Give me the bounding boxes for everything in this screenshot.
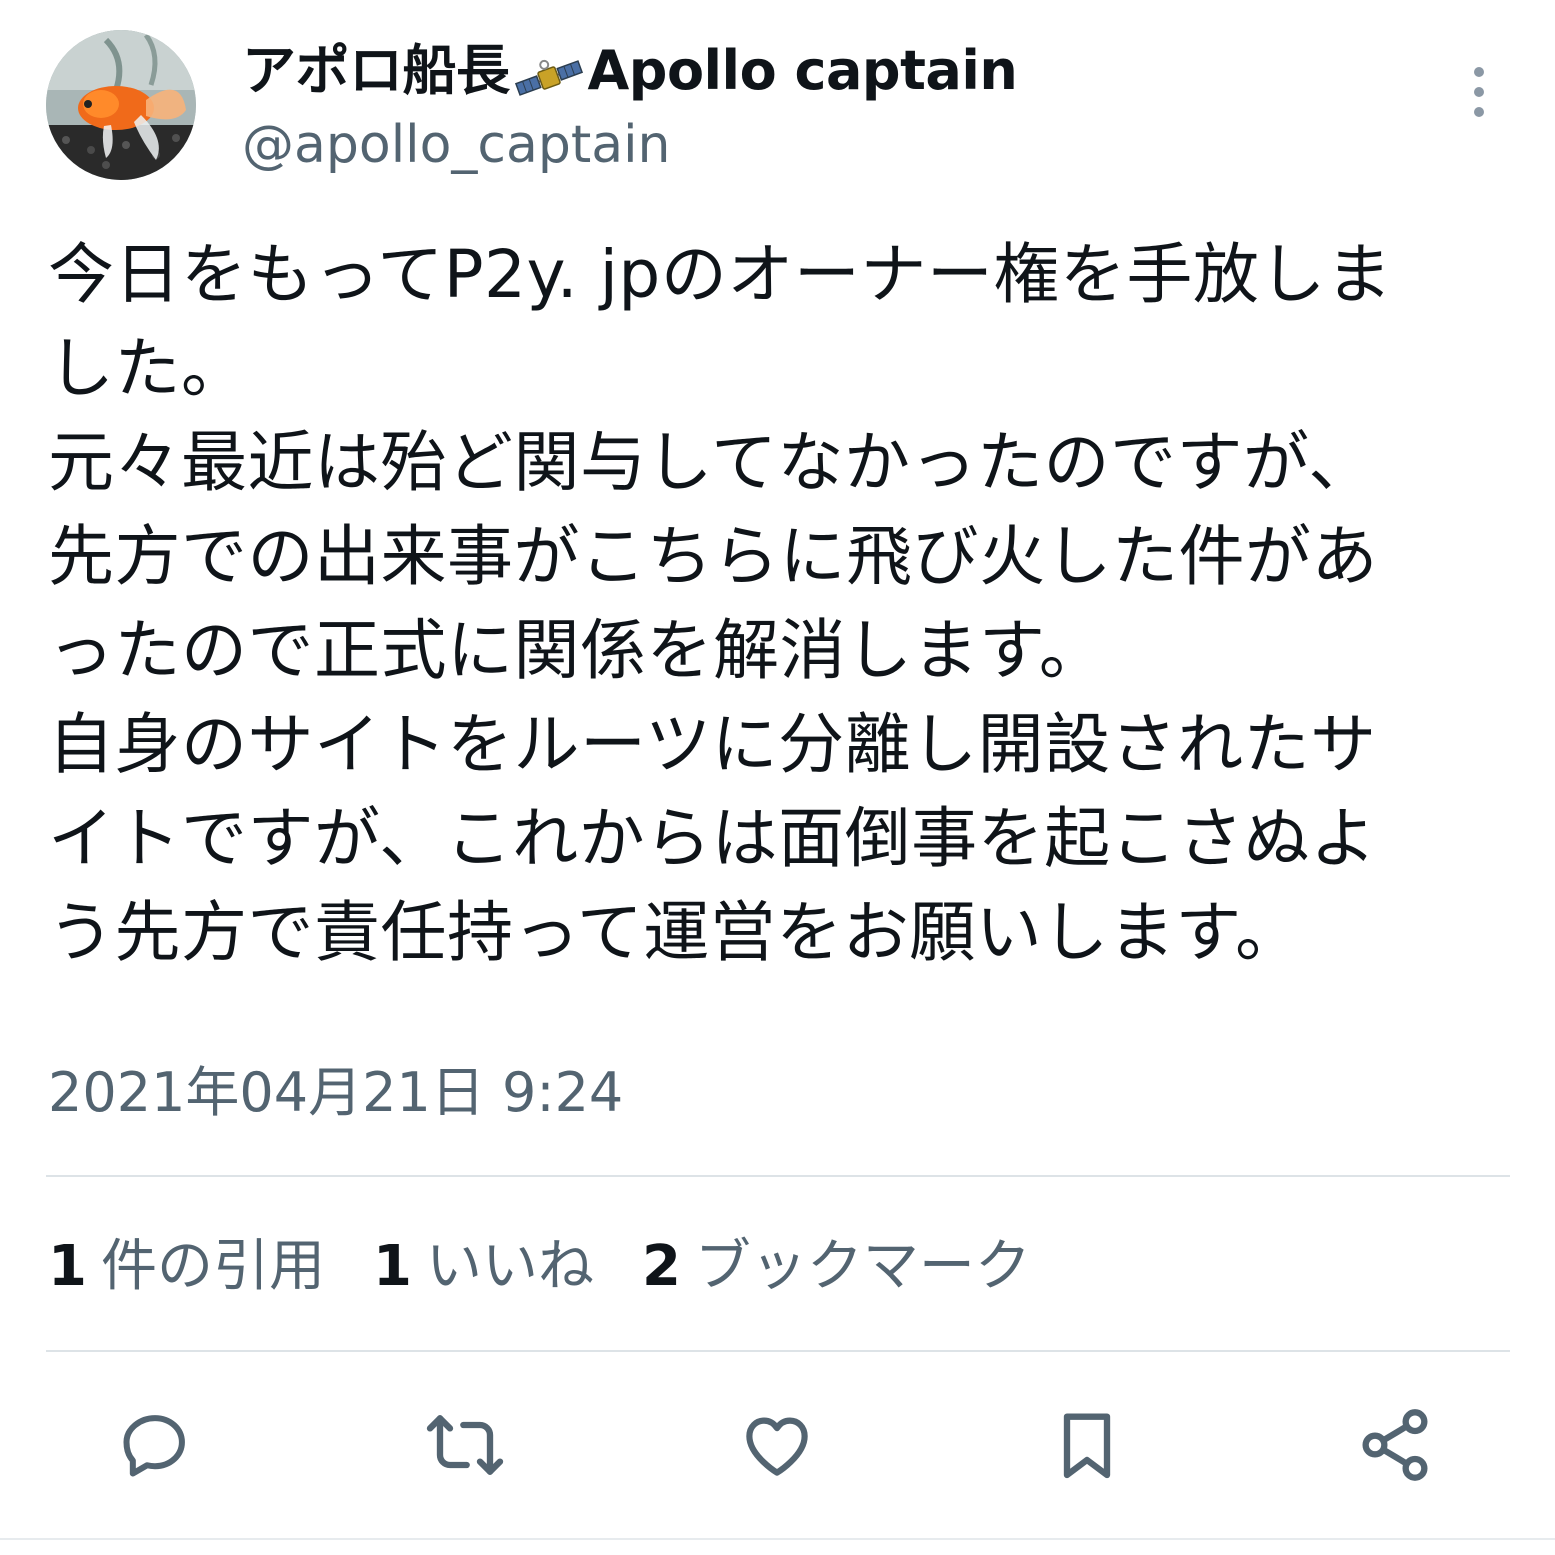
- display-name[interactable]: アポロ船長 Apollo captain: [242, 38, 1018, 104]
- divider: [0, 1538, 1555, 1540]
- tweet-card: アポロ船長 Apollo captain @apollo_captain 今日を…: [0, 0, 1555, 1555]
- share-button[interactable]: [1350, 1400, 1440, 1490]
- action-bar: [0, 1400, 1555, 1500]
- bookmark-count-number: 2: [641, 1234, 681, 1299]
- like-button[interactable]: [732, 1400, 822, 1490]
- more-options-icon[interactable]: [1464, 62, 1494, 122]
- divider: [46, 1175, 1510, 1177]
- avatar[interactable]: [46, 30, 196, 180]
- retweet-button[interactable]: [420, 1400, 510, 1490]
- display-name-jp: アポロ船長: [242, 39, 510, 102]
- like-count-number: 1: [372, 1234, 412, 1299]
- retweet-icon: [426, 1415, 504, 1475]
- like-count[interactable]: 1 いいね: [373, 1232, 594, 1302]
- tweet-text: 今日をもってP2y. jpのオーナー権を手放しま した。 元々最近は殆ど関与して…: [48, 236, 1393, 971]
- display-name-en: Apollo captain: [587, 39, 1018, 102]
- bookmark-count-label: ブックマーク: [694, 1234, 1031, 1299]
- bookmark-button[interactable]: [1042, 1400, 1132, 1490]
- user-handle[interactable]: @apollo_captain: [242, 112, 671, 178]
- heart-icon: [746, 1417, 808, 1476]
- quote-count[interactable]: 1 件の引用: [48, 1232, 325, 1302]
- satellite-icon: [512, 49, 586, 96]
- divider: [46, 1350, 1510, 1352]
- bookmark-icon: [1063, 1413, 1111, 1479]
- tweet-timestamp[interactable]: 2021年04月21日 9:24: [48, 1058, 623, 1128]
- bookmark-count[interactable]: 2 ブックマーク: [642, 1232, 1031, 1302]
- like-count-label: いいね: [425, 1234, 594, 1299]
- reply-icon: [123, 1415, 185, 1477]
- quote-count-label: 件の引用: [100, 1234, 325, 1299]
- engagement-stats: 1 件の引用 1 いいね 2 ブックマーク: [48, 1232, 1079, 1302]
- quote-count-number: 1: [48, 1234, 87, 1299]
- reply-button[interactable]: [110, 1400, 200, 1490]
- share-icon: [1362, 1409, 1428, 1481]
